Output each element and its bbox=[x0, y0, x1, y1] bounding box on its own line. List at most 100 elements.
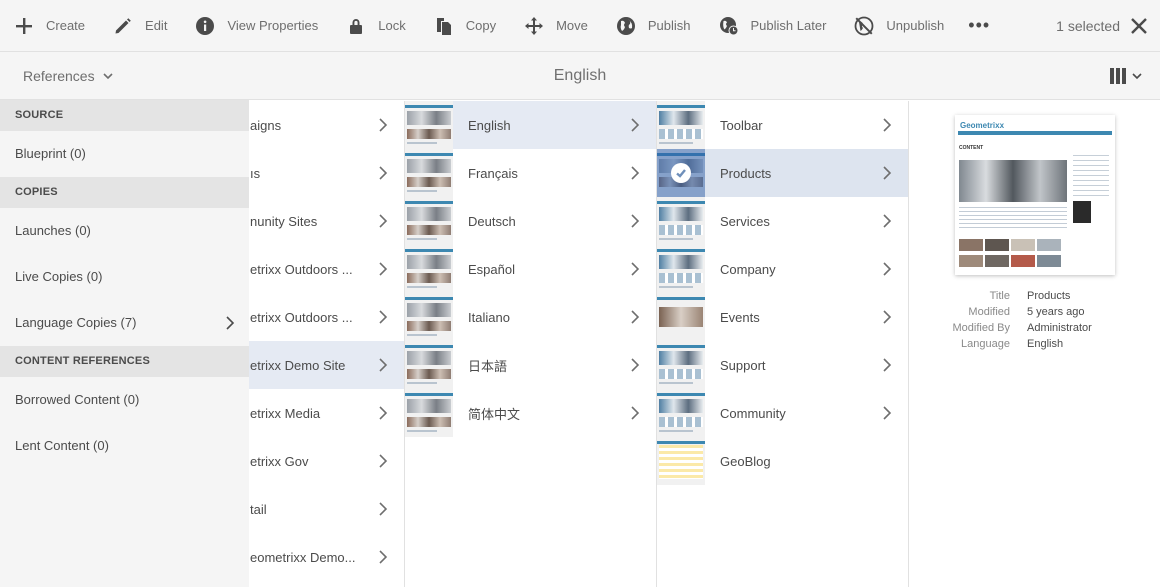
copy-label: Copy bbox=[465, 18, 497, 33]
sub-header: References English bbox=[0, 52, 1160, 100]
content-references-heading: CONTENT REFERENCES bbox=[0, 346, 249, 377]
list-item[interactable]: GeoBlog bbox=[657, 437, 908, 485]
more-actions-button[interactable]: ••• bbox=[958, 0, 1000, 52]
page-thumbnail bbox=[405, 197, 453, 245]
view-properties-label: View Properties bbox=[227, 18, 319, 33]
references-rail: SOURCE Blueprint (0) COPIES Launches (0)… bbox=[0, 100, 249, 587]
meta-value: Products bbox=[1027, 290, 1071, 302]
unpublish-button[interactable]: Unpublish bbox=[840, 0, 958, 52]
item-label: Español bbox=[468, 261, 515, 277]
chevron-right-icon bbox=[631, 118, 640, 132]
chevron-right-icon bbox=[226, 316, 235, 330]
close-icon[interactable] bbox=[1130, 17, 1148, 35]
item-label: Events bbox=[720, 309, 760, 325]
page-thumbnail bbox=[657, 437, 705, 485]
plus-icon bbox=[16, 17, 32, 34]
publish-button[interactable]: Publish bbox=[602, 0, 705, 52]
chevron-right-icon bbox=[883, 166, 892, 180]
chevron-right-icon bbox=[883, 214, 892, 228]
list-item[interactable]: Services bbox=[657, 197, 908, 245]
selection-count: 1 selected bbox=[1056, 18, 1120, 34]
meta-value: 5 years ago bbox=[1027, 306, 1085, 318]
list-item[interactable]: 简体中文 bbox=[405, 389, 656, 437]
chevron-right-icon bbox=[631, 214, 640, 228]
list-item[interactable]: Español bbox=[405, 245, 656, 293]
chevron-right-icon bbox=[379, 550, 388, 564]
publish-label: Publish bbox=[647, 18, 691, 33]
lock-button[interactable]: Lock bbox=[332, 0, 419, 52]
view-properties-button[interactable]: View Properties bbox=[181, 0, 332, 52]
globe-icon bbox=[616, 16, 635, 35]
list-item[interactable]: Français bbox=[405, 149, 656, 197]
chevron-right-icon bbox=[631, 406, 640, 420]
live-copies-item[interactable]: Live Copies (0) bbox=[0, 254, 249, 300]
checkmark-icon bbox=[676, 169, 686, 178]
create-button[interactable]: Create bbox=[0, 0, 99, 52]
copy-button[interactable]: Copy bbox=[420, 0, 510, 52]
move-icon bbox=[525, 16, 544, 35]
list-item[interactable]: Italiano bbox=[405, 293, 656, 341]
pages-column: Toolbar Products Services Company Events… bbox=[657, 101, 909, 587]
references-dropdown[interactable]: References bbox=[23, 52, 113, 100]
borrowed-content-item[interactable]: Borrowed Content (0) bbox=[0, 377, 249, 423]
meta-value: Administrator bbox=[1027, 322, 1092, 334]
chevron-down-icon bbox=[103, 73, 113, 80]
item-label: Community bbox=[720, 405, 786, 421]
chevron-right-icon bbox=[883, 310, 892, 324]
list-item-selected[interactable]: Products bbox=[657, 149, 908, 197]
globe-off-icon bbox=[855, 16, 874, 35]
list-item[interactable]: Community bbox=[657, 389, 908, 437]
item-label: Toolbar bbox=[720, 117, 763, 133]
list-item[interactable]: 日本語 bbox=[405, 341, 656, 389]
chevron-right-icon bbox=[631, 262, 640, 276]
item-label: Company bbox=[720, 261, 776, 277]
publish-later-button[interactable]: Publish Later bbox=[705, 0, 841, 52]
unpublish-label: Unpublish bbox=[886, 18, 945, 33]
page-thumbnail bbox=[657, 101, 705, 149]
list-item[interactable]: Deutsch bbox=[405, 197, 656, 245]
launches-item[interactable]: Launches (0) bbox=[0, 208, 249, 254]
item-label: Français bbox=[468, 165, 518, 181]
selected-checkmark bbox=[657, 149, 705, 197]
page-thumbnail bbox=[657, 197, 705, 245]
page-thumbnail bbox=[405, 293, 453, 341]
languages-column: English Français Deutsch Español Italian… bbox=[405, 101, 657, 587]
chevron-right-icon bbox=[379, 454, 388, 468]
list-item[interactable]: Events bbox=[657, 293, 908, 341]
language-copies-item[interactable]: Language Copies (7) bbox=[0, 300, 249, 346]
chevron-right-icon bbox=[631, 166, 640, 180]
edit-label: Edit bbox=[145, 18, 168, 33]
page-thumbnail bbox=[405, 101, 453, 149]
list-item-active[interactable]: English bbox=[405, 101, 656, 149]
move-label: Move bbox=[556, 18, 588, 33]
chevron-right-icon bbox=[631, 358, 640, 372]
meta-key: Modified By bbox=[952, 322, 1010, 334]
item-label: English bbox=[468, 117, 511, 133]
chevron-right-icon bbox=[883, 406, 892, 420]
chevron-right-icon bbox=[883, 358, 892, 372]
copies-heading: COPIES bbox=[0, 177, 249, 208]
page-preview-thumbnail[interactable]: Geometrixx CONTENT bbox=[955, 115, 1115, 275]
item-label: 简体中文 bbox=[468, 406, 521, 422]
chevron-right-icon bbox=[379, 214, 388, 228]
copy-icon bbox=[436, 17, 451, 35]
globe-clock-icon bbox=[719, 16, 739, 35]
item-label: Deutsch bbox=[468, 213, 516, 229]
edit-button[interactable]: Edit bbox=[99, 0, 181, 52]
list-item[interactable]: Company bbox=[657, 245, 908, 293]
lock-label: Lock bbox=[378, 18, 406, 33]
list-item[interactable]: Support bbox=[657, 341, 908, 389]
publish-later-label: Publish Later bbox=[750, 18, 827, 33]
lent-content-item[interactable]: Lent Content (0) bbox=[0, 423, 249, 469]
item-label: Support bbox=[720, 357, 766, 373]
list-item[interactable]: Toolbar bbox=[657, 101, 908, 149]
page-metadata: Title Products Modified 5 years ago Modifi… bbox=[909, 290, 1160, 354]
page-thumbnail bbox=[405, 389, 453, 437]
page-title: English bbox=[553, 67, 607, 84]
chevron-right-icon bbox=[379, 310, 388, 324]
meta-value: English bbox=[1027, 338, 1064, 350]
move-button[interactable]: Move bbox=[510, 0, 602, 52]
view-switcher[interactable] bbox=[1110, 52, 1142, 100]
blueprint-item[interactable]: Blueprint (0) bbox=[0, 131, 249, 177]
meta-key: Language bbox=[961, 338, 1010, 350]
